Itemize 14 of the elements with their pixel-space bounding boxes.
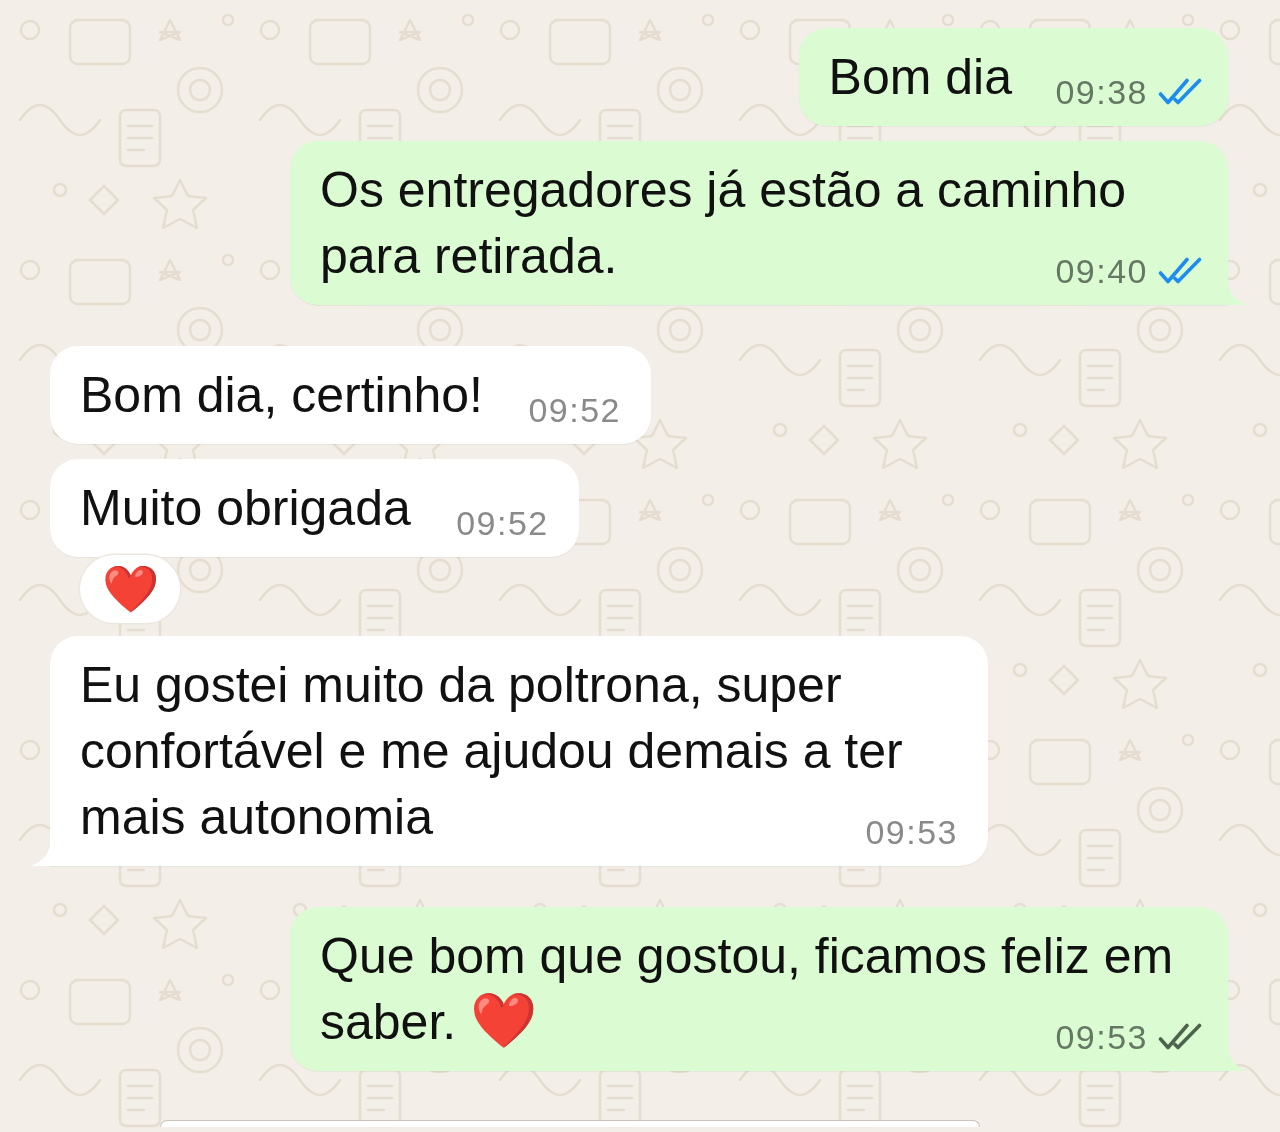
message-bubble[interactable]: Bom dia 09:38 — [798, 28, 1228, 126]
message-time: 09:40 — [1055, 251, 1148, 291]
message-time: 09:38 — [1055, 72, 1148, 112]
message-bubble[interactable]: Bom dia, certinho! 09:52 — [50, 346, 651, 444]
message-time: 09:52 — [528, 390, 621, 430]
message-time: 09:53 — [865, 812, 958, 852]
message-bubble[interactable]: Os entregadores já estão a caminho para retirada. 09:40 — [290, 141, 1228, 305]
message-time: 09:53 — [1055, 1017, 1148, 1057]
message-bubble[interactable]: Muito obrigada 09:52 — [50, 459, 579, 557]
message-bubble[interactable]: Eu gostei muito da poltrona, super confortável e me ajudou demais a ter mais autonomia 09:53 — [50, 636, 988, 866]
reaction-pill[interactable]: ❤ — [80, 555, 180, 623]
message-time: 09:52 — [456, 503, 549, 543]
heart-emoji: ❤ — [470, 989, 538, 1052]
message-bubble[interactable]: Que bom que gostou, ficamos feliz em saber. ❤ 09:53 — [290, 907, 1228, 1071]
